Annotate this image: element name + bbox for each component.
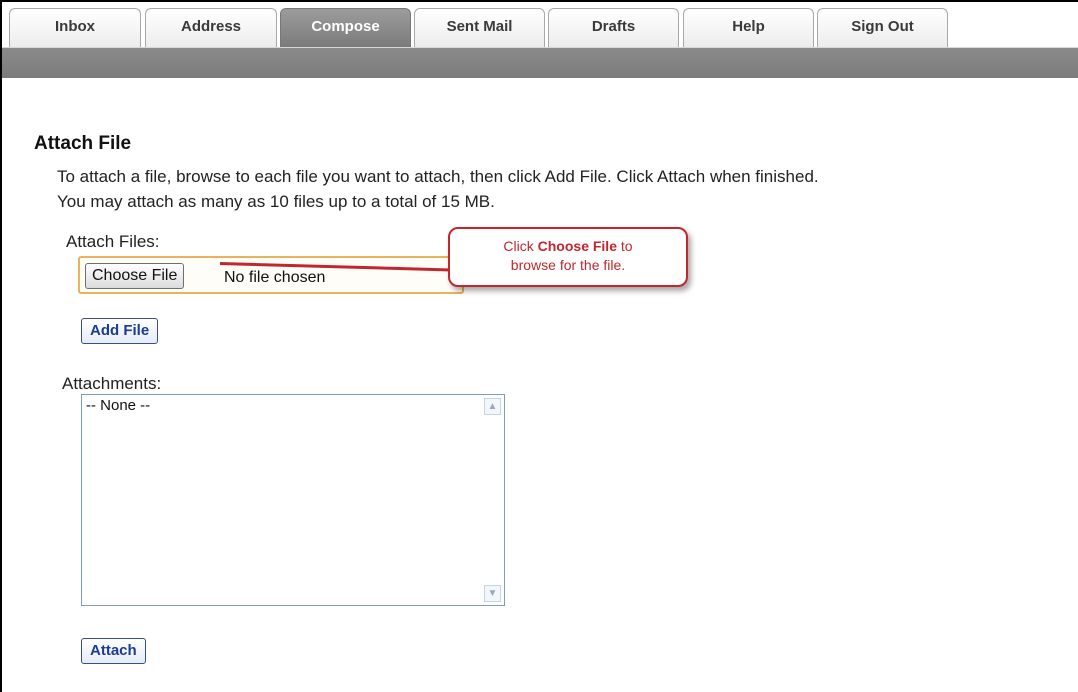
callout-line2: browse for the file.: [510, 257, 626, 273]
attach-files-label: Attach Files:: [66, 232, 160, 251]
attachments-label: Attachments:: [62, 374, 162, 393]
page-title: Attach File: [34, 133, 132, 154]
tab-sign-out[interactable]: Sign Out: [817, 8, 948, 48]
tab-address[interactable]: Address: [145, 8, 277, 48]
callout-emphasis: Choose File: [537, 238, 617, 254]
tab-bar: Inbox Address Compose Sent Mail Drafts H…: [2, 2, 1078, 48]
list-item[interactable]: -- None --: [86, 397, 150, 414]
tab-sent-mail[interactable]: Sent Mail: [414, 8, 545, 48]
scroll-down-arrow-icon[interactable]: ▼: [484, 585, 501, 602]
limit-text: You may attach as many as 10 files up to…: [57, 192, 495, 211]
scroll-up-arrow-icon[interactable]: ▲: [484, 398, 501, 415]
tab-help[interactable]: Help: [683, 8, 814, 48]
tab-drafts[interactable]: Drafts: [548, 8, 679, 48]
file-status-text: No file chosen: [224, 269, 326, 286]
tab-inbox[interactable]: Inbox: [9, 8, 141, 48]
nav-subbar: [2, 48, 1078, 78]
callout-suffix: to: [617, 238, 633, 254]
instructions-text: To attach a file, browse to each file yo…: [57, 167, 819, 186]
tab-compose[interactable]: Compose: [280, 8, 411, 48]
attach-button[interactable]: Attach: [81, 638, 146, 664]
add-file-button[interactable]: Add File: [81, 318, 159, 344]
app-window: Inbox Address Compose Sent Mail Drafts H…: [0, 0, 1078, 692]
choose-file-button[interactable]: Choose File: [85, 263, 185, 289]
callout-prefix: Click: [503, 238, 538, 254]
callout-tooltip: Click Choose File to browse for the file…: [448, 227, 688, 287]
attachments-list[interactable]: -- None -- ▲ ▼: [81, 394, 505, 606]
file-input: Choose File No file chosen: [78, 256, 464, 294]
